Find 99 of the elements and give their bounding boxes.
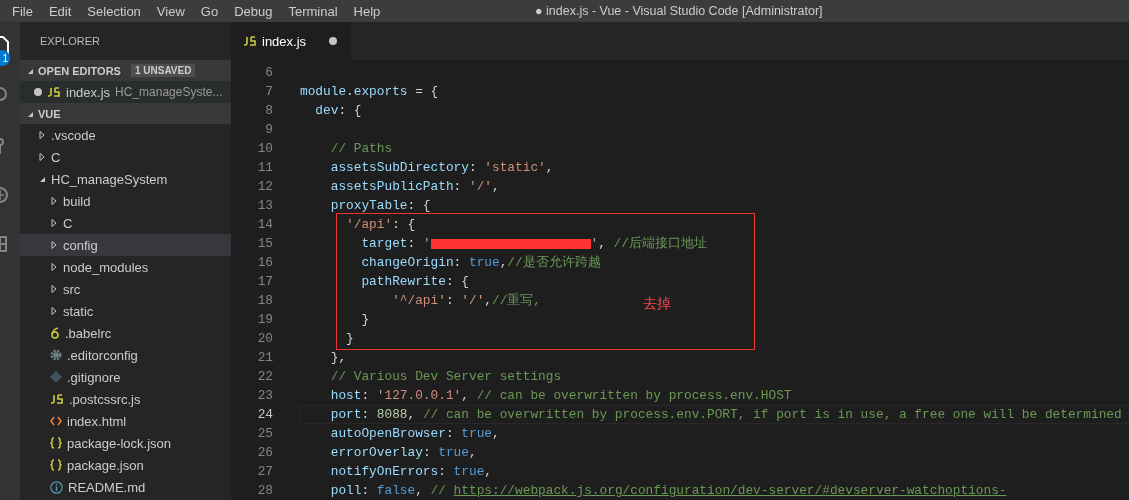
code-line: // Various Dev Server settings [329,368,563,386]
tree-item[interactable]: static [20,300,231,322]
code-line: dev: { [314,102,363,120]
line-number: 12 [256,179,273,194]
line-number: 28 [256,483,273,498]
file-path: HC_manageSyste... [115,85,223,99]
braces-icon [50,459,62,471]
menu-item[interactable]: Go [192,3,227,19]
code-line: poll: false, // https://webpack.js.org/configuration/dev-server/#devserver-watchoptions- [329,482,1008,500]
tree-item[interactable]: index.html [20,410,231,432]
line-number: 9 [264,122,273,137]
menu-item[interactable]: Help [345,3,389,19]
caret-right-icon [38,131,46,139]
line-number: 18 [256,293,273,308]
caret-right-icon [50,219,58,227]
line-number: 15 [256,236,273,251]
braces-icon [50,437,62,449]
line-number: 21 [256,350,273,365]
notification-badge: 1 [0,50,10,66]
code-line: autoOpenBrowser: true, [329,425,501,443]
js-icon [50,394,64,404]
menu-item[interactable]: File [4,3,41,19]
line-number: 13 [256,198,273,213]
code-line: module.exports = { [299,83,440,101]
code-line: errorOverlay: true, [329,444,478,462]
tree-item[interactable]: config [20,234,231,256]
tree-item[interactable]: README.md [20,476,231,498]
code-line: '/api': { [345,216,417,234]
editor-tab[interactable]: index.js [231,22,351,60]
tree-item[interactable]: .babelrc [20,322,231,344]
line-number: 6 [264,65,273,80]
gear-icon [50,349,62,361]
annotation-note: 去掉 [643,295,671,313]
line-number: 11 [256,160,273,175]
open-editor-item[interactable]: index.js HC_manageSyste... [20,81,231,103]
tree-item[interactable]: build [20,190,231,212]
info-icon [50,480,63,494]
code-line: }, [329,349,348,367]
tree-item[interactable]: .gitignore [20,366,231,388]
line-number: 25 [256,426,273,441]
tree-item[interactable]: C [20,212,231,234]
tree-item[interactable]: C [20,146,231,168]
line-number: 16 [256,255,273,270]
diamond-icon [50,371,62,383]
code-line: target: ' ', //后端接口地址 [360,235,708,253]
code-line: } [360,311,371,329]
caret-right-icon [38,153,46,161]
caret-right-icon [50,285,58,293]
tree-item[interactable]: HC_manageSystem [20,168,231,190]
caret-right-icon [50,197,58,205]
babel-icon [50,327,60,339]
line-number: 10 [256,141,273,156]
line-number: 14 [256,217,273,232]
code-line: assetsPublicPath: '/', [329,178,501,196]
tree-item[interactable]: .editorconfig [20,344,231,366]
line-number: 22 [256,369,273,384]
line-number: 27 [256,464,273,479]
tree-item[interactable]: package.json [20,454,231,476]
tree-item[interactable]: .postcssrc.js [20,388,231,410]
tree-item[interactable]: src [20,278,231,300]
window-title: ● index.js - Vue - Visual Studio Code [Administrator] [535,4,823,18]
code-icon [50,416,62,426]
code-line: pathRewrite: { [360,273,470,291]
menu-item[interactable]: Selection [79,3,149,19]
code-line: assetsSubDirectory: 'static', [329,159,555,177]
caret-right-icon [50,307,58,315]
line-number: 23 [256,388,273,403]
line-number: 17 [256,274,273,289]
caret-right-icon [50,241,58,249]
menu-item[interactable]: Edit [40,3,80,19]
line-number: 7 [264,84,273,99]
code-line: changeOrigin: true,//是否允许跨越 [360,254,602,272]
caret-down-icon [38,175,46,183]
tree-item[interactable]: node_modules [20,256,231,278]
js-icon [47,87,61,97]
code-line: host: '127.0.0.1', // can be overwritten by process.env.HOST [329,387,793,405]
unsaved-badge: 1 UNSAVED [130,64,196,77]
unsaved-dot-icon [34,88,42,96]
code-line: '^/api': '/',//重写, [391,292,543,310]
caret-right-icon [50,263,58,271]
section-header[interactable]: OPEN EDITORS 1 UNSAVED [20,60,231,81]
line-number: 26 [256,445,273,460]
code-line: } [345,330,355,348]
menu-item[interactable]: Debug [226,3,281,19]
code-line: notifyOnErrors: true, [329,463,493,481]
menu-item[interactable]: Terminal [280,3,346,19]
line-number: 24 [256,407,273,422]
code-line: // Paths [329,140,394,158]
section-header[interactable]: VUE [20,103,231,124]
menu-item[interactable]: View [148,3,193,19]
tree-item[interactable]: package-lock.json [20,432,231,454]
tree-item[interactable]: .vscode [20,124,231,146]
unsaved-dot-icon [329,37,337,45]
line-number: 20 [256,331,273,346]
line-number: 8 [264,103,273,118]
code-line: proxyTable: { [329,197,432,215]
line-number: 19 [256,312,273,327]
sidebar-title: EXPLORER [39,34,101,49]
js-icon [243,36,257,46]
